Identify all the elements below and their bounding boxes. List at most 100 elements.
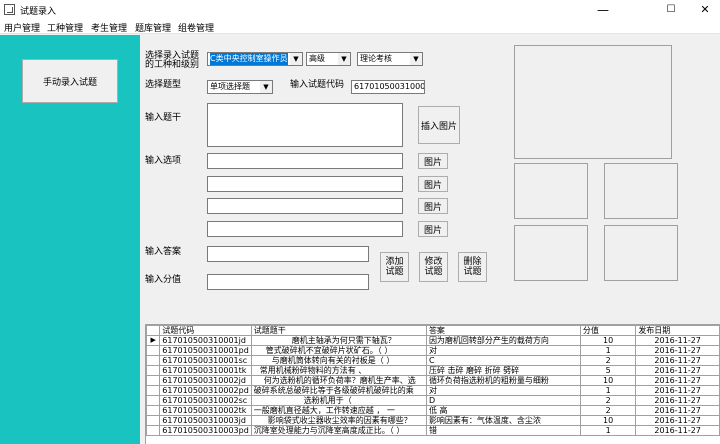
category-value: 理论考核 xyxy=(360,54,392,63)
table-row[interactable]: 617010500310002tk 一般磨机直径越大，工作转速应越 ， 一 低 … xyxy=(146,405,720,416)
question-type-label: 选择题型 xyxy=(145,80,182,90)
cell-score: 1 xyxy=(579,425,637,436)
option-field-4[interactable] xyxy=(207,221,403,237)
cell-answer: 对 xyxy=(425,385,581,396)
cell-stem: 一般磨机直径越大，工作转速应越 ， 一 xyxy=(250,405,427,416)
cell-date: 2016-11-27 xyxy=(635,425,720,436)
modify-question-button[interactable]: 修改试题 xyxy=(419,252,448,282)
menu-examinee-management[interactable]: 考生管理 xyxy=(91,21,127,34)
cell-date: 2016-11-27 xyxy=(635,355,720,366)
row-indicator xyxy=(146,385,161,396)
option-field-3[interactable] xyxy=(207,198,403,214)
column-header-answer[interactable]: 答案 xyxy=(425,325,581,336)
option-image-preview-1 xyxy=(514,163,588,219)
table-row[interactable]: 617010500310002pd 破碎系统总破碎比等于各级破碎机破碎比的乘 对… xyxy=(146,385,720,396)
table-row[interactable]: 617010500310001pd 管式破碎机不宜破碎片状矿石。（ ） 对 1 … xyxy=(146,345,720,356)
sidebar: 手动录入试题 xyxy=(0,35,140,444)
minimize-button[interactable]: — xyxy=(586,0,620,20)
cell-stem: 管式破碎机不宜破碎片状矿石。（ ） xyxy=(250,345,427,356)
question-type-value: 单项选择题 xyxy=(210,82,250,91)
menu-user-management[interactable]: 用户管理 xyxy=(4,21,40,34)
menu-question-bank[interactable]: 题库管理 xyxy=(135,21,171,34)
cell-date: 2016-11-27 xyxy=(635,375,720,386)
cell-score: 10 xyxy=(579,335,637,346)
menu-trade-management[interactable]: 工种管理 xyxy=(47,21,83,34)
current-row-icon: ▶ xyxy=(146,335,161,346)
category-select[interactable]: 理论考核 ▼ xyxy=(357,52,423,66)
cell-score: 10 xyxy=(579,375,637,386)
row-indicator xyxy=(146,425,161,436)
option-image-preview-3 xyxy=(514,225,588,281)
answer-label: 输入答案 xyxy=(145,247,182,257)
cell-stem: 磨机主轴承为何只需下轴瓦？ xyxy=(250,335,427,346)
table-header-row: 试题代码 试题题干 答案 分值 发布日期 xyxy=(146,325,720,336)
app-icon xyxy=(4,4,15,15)
cell-stem: 沉降室处理能力与沉降室高度成正比。（ ） xyxy=(250,425,427,436)
cell-stem: 影响袋式收尘器收尘效率的因素有哪些？ xyxy=(250,415,427,426)
cell-answer: C xyxy=(425,355,581,366)
table-row[interactable]: 617010500310002sc 选粉机用于（ D 2 2016-11-27 xyxy=(146,395,720,406)
cell-score: 2 xyxy=(579,405,637,416)
column-header-date[interactable]: 发布日期 xyxy=(635,325,720,336)
maximize-button[interactable]: ☐ xyxy=(654,0,688,20)
cell-answer: 影响因素有：气体温度、含尘浓 xyxy=(425,415,581,426)
column-header-stem[interactable]: 试题题干 xyxy=(250,325,427,336)
option-image-button-4[interactable]: 图片 xyxy=(418,221,448,237)
cell-date: 2016-11-27 xyxy=(635,385,720,396)
close-button[interactable]: ✕ xyxy=(688,0,720,20)
row-indicator xyxy=(146,345,161,356)
cell-answer: 循环负荷指选粉机的粗粉量与细粉 xyxy=(425,375,581,386)
manual-entry-button[interactable]: 手动录入试题 xyxy=(22,59,118,103)
answer-field[interactable] xyxy=(207,246,369,262)
cell-stem: 常用机械粉碎物料的方法有 、 xyxy=(250,365,427,376)
stem-textarea[interactable] xyxy=(207,103,403,147)
cell-code: 617010500310001pd xyxy=(159,345,252,356)
cell-date: 2016-11-27 xyxy=(635,345,720,356)
cell-code: 617010500310002pd xyxy=(159,385,252,396)
table-row[interactable]: 617010500310001sc 与磨机筒体转向有关的衬板是（ ） C 2 2… xyxy=(146,355,720,366)
add-question-button[interactable]: 添加试题 xyxy=(380,252,409,282)
option-image-button-1[interactable]: 图片 xyxy=(418,153,448,169)
table-row[interactable]: 617010500310003pd 沉降室处理能力与沉降室高度成正比。（ ） 错… xyxy=(146,425,720,436)
menu-bar: 用户管理 工种管理 考生管理 题库管理 组卷管理 xyxy=(0,20,720,34)
cell-answer: D xyxy=(425,395,581,406)
table-row[interactable]: 617010500310002jd 何为选粉机的循环负荷率？磨机生产率、选 循环… xyxy=(146,375,720,386)
option-image-button-3[interactable]: 图片 xyxy=(418,198,448,214)
stem-label: 输入题干 xyxy=(145,113,182,123)
table-row[interactable]: 617010500310003jd 影响袋式收尘器收尘效率的因素有哪些？ 影响因… xyxy=(146,415,720,426)
question-type-select[interactable]: 单项选择题 ▼ xyxy=(207,80,273,94)
row-indicator xyxy=(146,415,161,426)
table-row[interactable]: ▶ 617010500310001jd 磨机主轴承为何只需下轴瓦？ 因为磨机回转… xyxy=(146,335,720,346)
delete-question-button[interactable]: 删除试题 xyxy=(458,252,487,282)
cell-date: 2016-11-27 xyxy=(635,335,720,346)
menu-paper-assembly[interactable]: 组卷管理 xyxy=(178,21,214,34)
cell-stem: 选粉机用于（ xyxy=(250,395,427,406)
insert-image-button[interactable]: 插入图片 xyxy=(418,106,460,144)
cell-code: 617010500310001sc xyxy=(159,355,252,366)
cell-code: 617010500310002jd xyxy=(159,375,252,386)
row-indicator xyxy=(146,405,161,416)
cell-code: 617010500310001jd xyxy=(159,335,252,346)
trade-value: C类中央控制室操作员 xyxy=(210,53,288,65)
option-image-button-2[interactable]: 图片 xyxy=(418,176,448,192)
column-header-score[interactable]: 分值 xyxy=(579,325,637,336)
cell-code: 617010500310001tk xyxy=(159,365,252,376)
level-value: 高级 xyxy=(309,54,325,63)
cell-score: 5 xyxy=(579,365,637,376)
row-indicator xyxy=(146,395,161,406)
trade-select[interactable]: C类中央控制室操作员 ▼ xyxy=(207,52,303,66)
column-header-code[interactable]: 试题代码 xyxy=(159,325,252,336)
cell-code: 617010500310002tk xyxy=(159,405,252,416)
score-field[interactable] xyxy=(207,274,369,290)
option-field-1[interactable] xyxy=(207,153,403,169)
option-field-2[interactable] xyxy=(207,176,403,192)
option-image-preview-4 xyxy=(604,225,678,281)
cell-answer: 对 xyxy=(425,345,581,356)
question-code-field[interactable]: 617010500310001sc xyxy=(351,80,425,94)
level-select[interactable]: 高级 ▼ xyxy=(306,52,351,66)
cell-stem: 何为选粉机的循环负荷率？磨机生产率、选 xyxy=(250,375,427,386)
cell-score: 2 xyxy=(579,395,637,406)
row-indicator-header xyxy=(146,325,161,336)
table-row[interactable]: 617010500310001tk 常用机械粉碎物料的方法有 、 压碎 击碎 磨… xyxy=(146,365,720,376)
cell-date: 2016-11-27 xyxy=(635,395,720,406)
